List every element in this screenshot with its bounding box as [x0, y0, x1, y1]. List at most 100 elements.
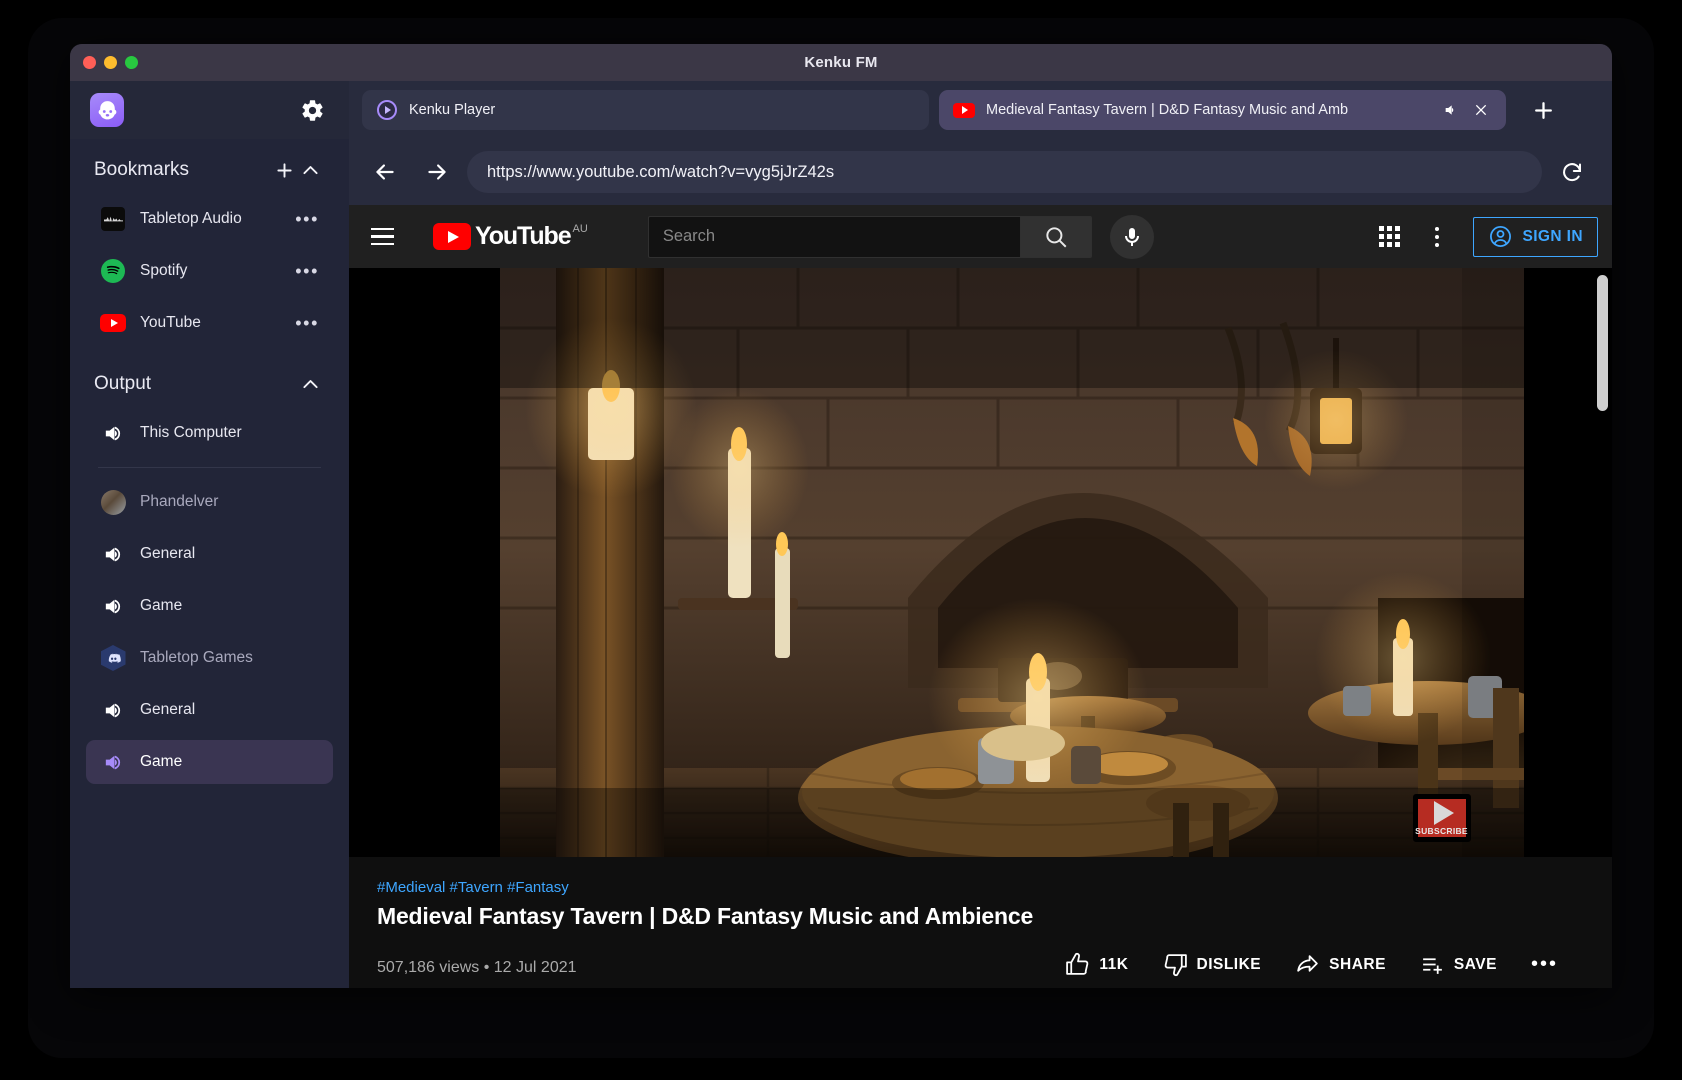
add-bookmark-button[interactable] — [271, 157, 297, 183]
bookmark-item-spotify[interactable]: Spotify ••• — [86, 249, 333, 293]
subscribe-label: SUBSCRIBE — [1415, 825, 1468, 836]
tab-title: Kenku Player — [409, 102, 496, 118]
output-item-game-1[interactable]: Game — [86, 584, 333, 628]
collapse-output-button[interactable] — [297, 371, 323, 397]
bookmark-item-youtube[interactable]: YouTube ••• — [86, 301, 333, 345]
output-item-game-2[interactable]: Game — [86, 740, 333, 784]
webview-youtube: YouTube AU Search SIGN IN SUBSCRIBE #Med… — [349, 205, 1612, 988]
dislike-label: DISLIKE — [1196, 955, 1262, 973]
save-label: SAVE — [1453, 955, 1497, 973]
back-button[interactable] — [363, 150, 407, 194]
share-label: SHARE — [1329, 955, 1386, 973]
bookmark-label: YouTube — [140, 314, 201, 331]
output-title: Output — [94, 373, 152, 394]
bookmark-menu-button[interactable]: ••• — [295, 313, 319, 334]
youtube-header-actions: SIGN IN — [1367, 215, 1598, 259]
gear-icon[interactable] — [300, 98, 325, 123]
video-frame[interactable]: SUBSCRIBE — [437, 268, 1524, 857]
output-label: Game — [140, 753, 183, 770]
save-playlist-icon — [1423, 958, 1442, 974]
kebab-menu-icon[interactable] — [1415, 215, 1459, 259]
output-item-phandelver[interactable]: Phandelver — [86, 480, 333, 524]
browser-pane: Kenku Player Medieval Fantasy Tavern | D… — [349, 81, 1612, 988]
more-actions-button[interactable]: ••• — [1531, 953, 1558, 976]
output-label: General — [140, 545, 196, 562]
output-item-this-computer[interactable]: This Computer — [86, 411, 333, 455]
window-titlebar: Kenku FM — [70, 44, 1612, 81]
video-title: Medieval Fantasy Tavern | D&D Fantasy Mu… — [377, 903, 1034, 929]
video-metadata: #Medieval #Tavern #Fantasy Medieval Fant… — [349, 857, 1612, 988]
tab-strip: Kenku Player Medieval Fantasy Tavern | D… — [349, 81, 1612, 139]
output-section-header: Output — [70, 349, 349, 407]
kenku-player-icon — [376, 99, 398, 121]
like-button[interactable]: 11K — [1065, 952, 1128, 977]
search-input[interactable]: Search — [647, 215, 1020, 258]
share-button[interactable]: SHARE — [1295, 952, 1386, 977]
output-item-general-2[interactable]: General — [86, 688, 333, 732]
desktop-background: Kenku FM Bookmarks Tabletop Audio ••• Sp… — [0, 0, 1682, 1080]
speaker-icon — [100, 420, 126, 446]
bookmark-menu-button[interactable]: ••• — [295, 261, 319, 282]
play-triangle-icon — [1434, 800, 1454, 825]
kenku-logo-icon — [90, 93, 124, 127]
window-controls[interactable] — [83, 56, 138, 69]
youtube-icon — [953, 99, 975, 121]
output-label: Game — [140, 597, 183, 614]
grid-apps-icon[interactable] — [1367, 215, 1411, 259]
bookmark-menu-button[interactable]: ••• — [295, 209, 319, 230]
bookmark-item-tabletop-audio[interactable]: Tabletop Audio ••• — [86, 197, 333, 241]
close-tab-button[interactable] — [1470, 99, 1492, 121]
mute-tab-button[interactable] — [1440, 99, 1462, 121]
forward-button[interactable] — [415, 150, 459, 194]
video-meta-row: 507,186 views • 12 Jul 2021 11K DISLIKE — [377, 952, 1584, 977]
output-item-tabletop-games[interactable]: Tabletop Games — [86, 636, 333, 680]
save-button[interactable]: SAVE — [1420, 952, 1497, 977]
window-body: Bookmarks Tabletop Audio ••• Spotify •••… — [70, 81, 1612, 988]
bookmarks-section-header: Bookmarks — [70, 139, 349, 193]
youtube-header: YouTube AU Search SIGN IN — [349, 205, 1612, 268]
tabletop-audio-icon — [100, 206, 126, 232]
discord-icon — [100, 645, 126, 671]
video-action-bar: 11K DISLIKE SHARE SAVE ••• — [1065, 952, 1584, 977]
tavern-scene-image — [437, 268, 1524, 857]
new-tab-button[interactable] — [1522, 89, 1564, 131]
hamburger-icon[interactable] — [371, 217, 411, 257]
tab-youtube-video[interactable]: Medieval Fantasy Tavern | D&D Fantasy Mu… — [939, 90, 1506, 130]
speaker-icon — [100, 541, 126, 567]
close-window-button[interactable] — [83, 56, 96, 69]
share-icon — [1297, 955, 1318, 972]
dislike-button[interactable]: DISLIKE — [1163, 952, 1262, 977]
output-item-general-1[interactable]: General — [86, 532, 333, 576]
output-label: General — [140, 701, 196, 718]
youtube-icon — [100, 310, 126, 336]
maximize-window-button[interactable] — [125, 56, 138, 69]
tab-title: Medieval Fantasy Tavern | D&D Fantasy Mu… — [986, 102, 1349, 118]
like-count: 11K — [1099, 955, 1129, 973]
bookmarks-title: Bookmarks — [94, 159, 190, 180]
youtube-search-group: Search — [647, 214, 1154, 259]
output-label: Phandelver — [140, 493, 219, 510]
video-player[interactable]: SUBSCRIBE — [349, 268, 1612, 857]
sign-in-button[interactable]: SIGN IN — [1473, 216, 1598, 257]
thumbs-up-icon — [1066, 952, 1089, 975]
thumbs-down-icon — [1164, 954, 1187, 977]
page-scrollbar[interactable] — [1597, 275, 1608, 984]
video-hashtags[interactable]: #Medieval #Tavern #Fantasy — [377, 879, 1584, 896]
reload-icon[interactable] — [1550, 150, 1594, 194]
search-icon[interactable] — [1019, 215, 1092, 258]
output-label: This Computer — [140, 424, 242, 441]
collapse-bookmarks-button[interactable] — [297, 157, 323, 183]
address-input[interactable]: https://www.youtube.com/watch?v=vyg5jJrZ… — [467, 151, 1542, 193]
tab-kenku-player[interactable]: Kenku Player — [362, 90, 929, 130]
minimize-window-button[interactable] — [104, 56, 117, 69]
subscribe-watermark[interactable]: SUBSCRIBE — [1412, 794, 1471, 842]
youtube-logo[interactable]: YouTube AU — [433, 223, 588, 250]
scrollbar-thumb[interactable] — [1597, 275, 1608, 411]
bookmark-label: Tabletop Audio — [140, 210, 242, 227]
sign-in-label: SIGN IN — [1522, 227, 1583, 245]
account-circle-icon — [1490, 226, 1512, 247]
youtube-country-code: AU — [572, 223, 588, 235]
sidebar-divider — [98, 467, 321, 468]
microphone-icon[interactable] — [1109, 214, 1154, 259]
speaker-icon — [100, 697, 126, 723]
